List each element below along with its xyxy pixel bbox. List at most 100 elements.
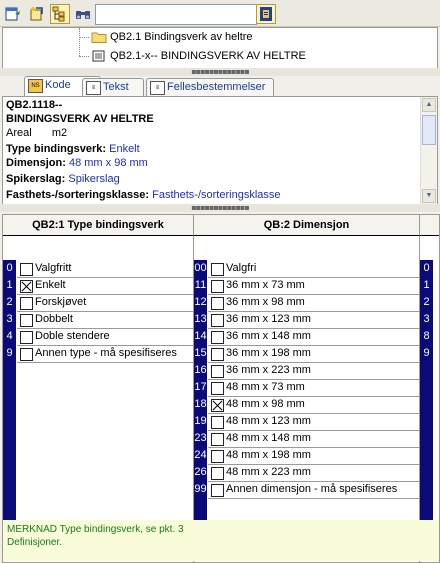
field-label: Spikerslag: bbox=[6, 173, 66, 185]
field-label: Fasthets-/sorteringsklasse: bbox=[6, 189, 150, 201]
option-code: 3 bbox=[6, 313, 13, 325]
option-code: 3 bbox=[423, 313, 430, 325]
tree-connector bbox=[79, 37, 89, 38]
checkbox[interactable] bbox=[211, 365, 224, 378]
option-code: 13 bbox=[194, 313, 207, 325]
checkbox[interactable] bbox=[20, 331, 33, 344]
new-object-icon[interactable] bbox=[3, 4, 23, 24]
option-row[interactable]: 48 mm x 198 mm bbox=[208, 447, 419, 464]
checkbox[interactable] bbox=[20, 297, 33, 310]
checkbox[interactable] bbox=[211, 484, 224, 497]
field-type-bindingsverk: Type bindingsverk: Enkelt bbox=[6, 142, 140, 156]
option-row[interactable]: Doble stendere bbox=[17, 328, 193, 345]
field-value-link[interactable]: Enkelt bbox=[109, 143, 140, 155]
option-code: 9 bbox=[6, 347, 13, 359]
vertical-scrollbar[interactable]: ▲ ▼ bbox=[420, 97, 437, 204]
bookmark-icon[interactable] bbox=[256, 4, 276, 24]
field-value-link[interactable]: Spikerslag bbox=[68, 173, 119, 185]
option-label: Doble stendere bbox=[35, 330, 110, 342]
option-code: 4 bbox=[6, 330, 13, 342]
checkbox[interactable] bbox=[211, 382, 224, 395]
column-header: QB:2 Dimensjon bbox=[194, 215, 420, 236]
tab-label: Fellesbestemmelser bbox=[167, 81, 266, 93]
checkbox[interactable] bbox=[211, 297, 224, 310]
option-code: 2 bbox=[423, 296, 430, 308]
tree-view-icon[interactable] bbox=[50, 4, 70, 24]
option-row[interactable]: Enkelt bbox=[17, 277, 193, 294]
checkbox[interactable] bbox=[20, 314, 33, 327]
field-fasthet: Fasthets-/sorteringsklasse: Fasthets-/so… bbox=[6, 188, 281, 202]
field-label: Type bindingsverk: bbox=[6, 143, 107, 155]
option-code: 12 bbox=[194, 296, 207, 308]
option-code: 24 bbox=[194, 449, 207, 461]
option-label: 36 mm x 73 mm bbox=[226, 279, 305, 291]
option-code: 26 bbox=[194, 466, 207, 478]
code-id: QB2.1118-- bbox=[6, 99, 63, 111]
option-label: 48 mm x 123 mm bbox=[226, 415, 311, 427]
field-dimensjon: Dimensjon: 48 mm x 98 mm bbox=[6, 156, 148, 170]
option-row[interactable]: Annen type - må spesifiseres bbox=[17, 345, 193, 362]
option-code: 99 bbox=[194, 483, 207, 495]
option-label: 48 mm x 98 mm bbox=[226, 398, 305, 410]
merknad-note: MERKNAD Type bindingsverk, se pkt. 3 Def… bbox=[3, 520, 194, 561]
unit-row: Areal m2 bbox=[6, 126, 67, 140]
option-row[interactable]: Dobbelt bbox=[17, 311, 193, 328]
splitter-handle[interactable]: ▪▪▪▪▪▪▪▪▪▪▪▪▪ bbox=[0, 68, 440, 76]
option-label: 36 mm x 98 mm bbox=[226, 296, 305, 308]
option-row[interactable]: 48 mm x 223 mm bbox=[208, 464, 419, 481]
option-code: 8 bbox=[423, 330, 430, 342]
option-row[interactable]: Annen dimensjon - må spesifiseres bbox=[208, 481, 419, 498]
option-row[interactable]: 36 mm x 223 mm bbox=[208, 362, 419, 379]
option-row[interactable]: 36 mm x 123 mm bbox=[208, 311, 419, 328]
option-row[interactable]: 48 mm x 148 mm bbox=[208, 430, 419, 447]
option-label: Forskjøvet bbox=[35, 296, 87, 308]
option-row[interactable]: 36 mm x 198 mm bbox=[208, 345, 419, 362]
field-spikerslag: Spikerslag: Spikerslag bbox=[6, 172, 120, 186]
option-row[interactable]: 36 mm x 148 mm bbox=[208, 328, 419, 345]
option-row[interactable]: Forskjøvet bbox=[17, 294, 193, 311]
option-row[interactable]: 36 mm x 98 mm bbox=[208, 294, 419, 311]
checkbox[interactable] bbox=[211, 280, 224, 293]
tab-label: Tekst bbox=[103, 81, 129, 93]
option-row[interactable]: 36 mm x 73 mm bbox=[208, 277, 419, 294]
scroll-down-icon[interactable]: ▼ bbox=[422, 189, 436, 203]
option-label: Enkelt bbox=[35, 279, 66, 291]
checkbox-checked[interactable] bbox=[20, 280, 33, 293]
edit-icon[interactable] bbox=[27, 4, 47, 24]
checkbox[interactable] bbox=[211, 416, 224, 429]
field-label: Dimensjon: bbox=[6, 157, 66, 169]
scroll-up-icon[interactable]: ▲ bbox=[422, 98, 436, 112]
checkbox[interactable] bbox=[211, 450, 224, 463]
tree-item-folder[interactable]: QB2.1 Bindingsverk av heltre bbox=[91, 28, 253, 46]
tab-tekst[interactable]: ≡ Tekst bbox=[82, 78, 144, 96]
checkbox[interactable] bbox=[20, 263, 33, 276]
field-value-link[interactable]: Fasthets-/sorteringsklasse bbox=[152, 189, 280, 201]
option-code: 0 bbox=[423, 262, 430, 274]
checkbox[interactable] bbox=[211, 467, 224, 480]
checkbox[interactable] bbox=[211, 433, 224, 446]
field-value-link[interactable]: 48 mm x 98 mm bbox=[69, 157, 148, 169]
checkbox[interactable] bbox=[211, 331, 224, 344]
checkbox-checked[interactable] bbox=[211, 399, 224, 412]
option-row[interactable]: 48 mm x 123 mm bbox=[208, 413, 419, 430]
tree-item-document[interactable]: QB2.1-x-- BINDINGSVERK AV HELTRE bbox=[91, 47, 306, 65]
column-header: QB2:1 Type bindingsverk bbox=[3, 215, 194, 236]
binoculars-icon[interactable] bbox=[73, 4, 93, 24]
scroll-thumb[interactable] bbox=[422, 115, 436, 145]
option-label: Valgfritt bbox=[35, 262, 72, 274]
checkbox[interactable] bbox=[211, 348, 224, 361]
option-row[interactable]: 48 mm x 98 mm bbox=[208, 396, 419, 413]
option-label: 36 mm x 123 mm bbox=[226, 313, 311, 325]
checkbox[interactable] bbox=[211, 314, 224, 327]
option-row[interactable]: Valgfritt bbox=[17, 260, 193, 277]
search-input[interactable] bbox=[95, 4, 257, 25]
splitter-handle[interactable]: ▪▪▪▪▪▪▪▪▪▪▪▪▪ bbox=[0, 204, 440, 212]
option-row[interactable]: 48 mm x 73 mm bbox=[208, 379, 419, 396]
checkbox[interactable] bbox=[20, 348, 33, 361]
tab-fellesbestemmelser[interactable]: ≡ Fellesbestemmelser bbox=[146, 78, 274, 96]
option-row[interactable]: Valgfri bbox=[208, 260, 419, 277]
option-label: 48 mm x 148 mm bbox=[226, 432, 311, 444]
checkbox[interactable] bbox=[211, 263, 224, 276]
option-code: 1 bbox=[423, 279, 430, 291]
option-label: 48 mm x 73 mm bbox=[226, 381, 305, 393]
